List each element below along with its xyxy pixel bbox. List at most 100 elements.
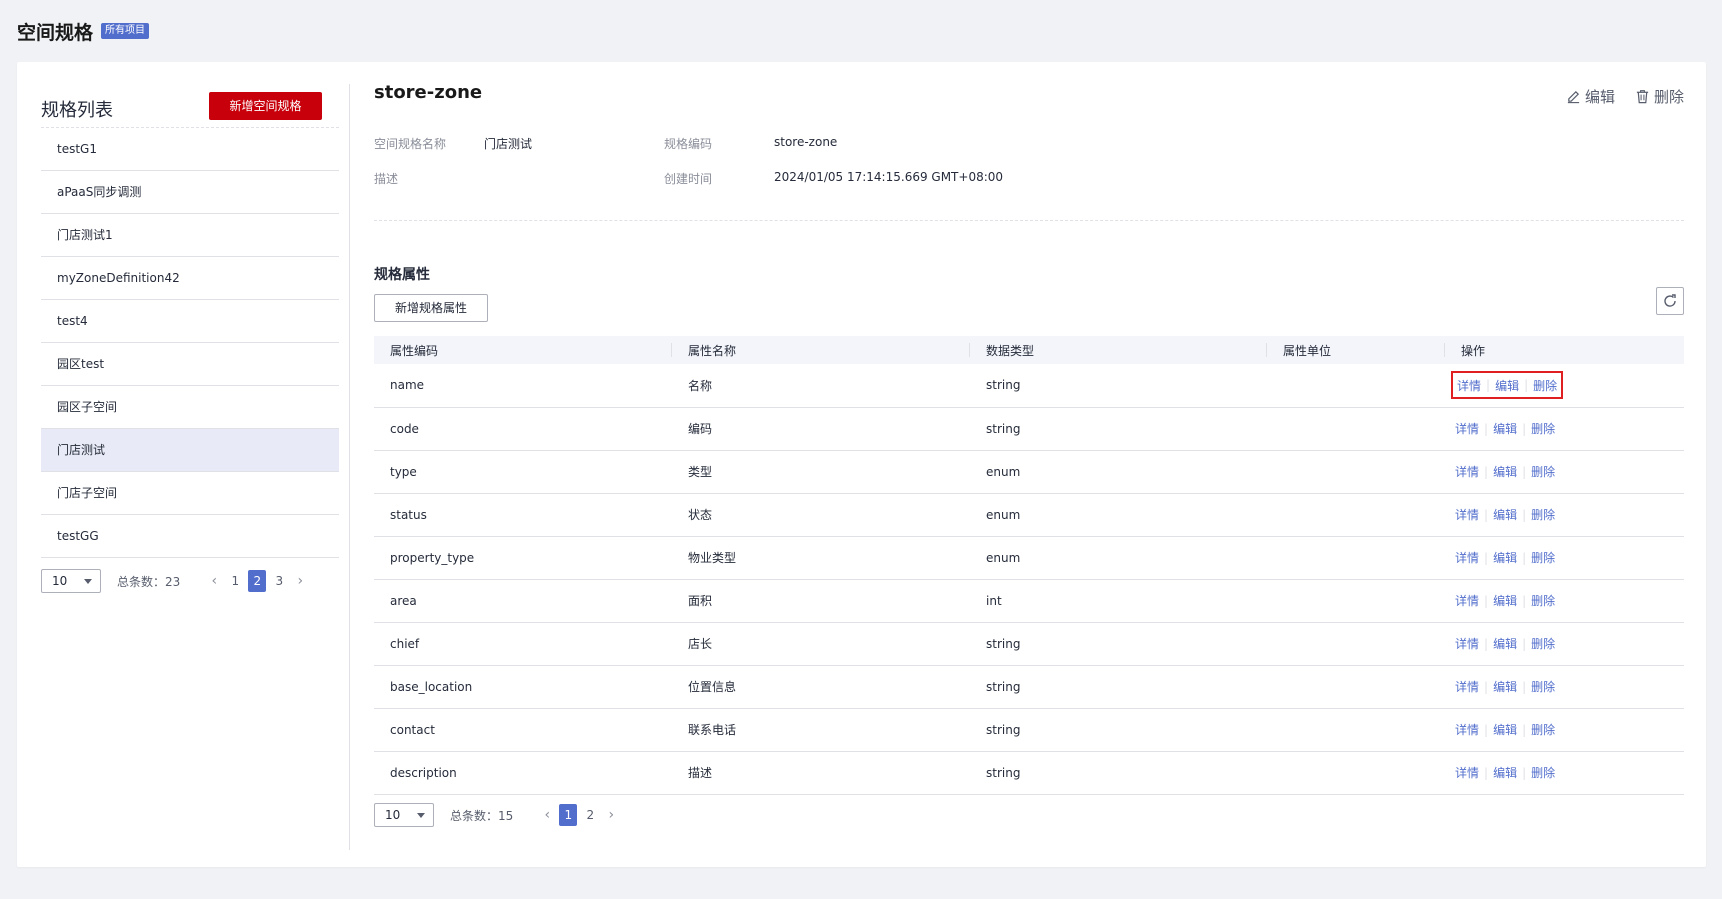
spec-list-item[interactable]: aPaaS同步调测 xyxy=(41,171,339,214)
edit-link[interactable]: 编辑 xyxy=(1493,635,1517,652)
prev-page-icon[interactable]: ‹ xyxy=(204,571,224,591)
spec-list-item[interactable]: 门店测试 xyxy=(41,429,339,472)
created-label: 创建时间 xyxy=(664,172,713,186)
cell-unit xyxy=(1267,536,1445,580)
edit-link[interactable]: 编辑 xyxy=(1495,377,1519,394)
cell-code: area xyxy=(374,579,672,623)
edit-link[interactable]: 编辑 xyxy=(1493,506,1517,523)
table-row: code 编码 string 详情 | 编辑 | 删除 xyxy=(374,407,1684,451)
cell-unit xyxy=(1267,364,1445,408)
detail-link[interactable]: 详情 xyxy=(1455,463,1479,480)
add-spec-button[interactable]: 新增空间规格 xyxy=(209,92,322,120)
section-divider xyxy=(374,220,1684,221)
edit-spec-button[interactable]: 编辑 xyxy=(1566,86,1615,107)
action-separator: | xyxy=(1524,378,1529,393)
delete-link[interactable]: 删除 xyxy=(1531,549,1555,566)
table-row: name 名称 string 详情 | 编辑 | 删除 xyxy=(374,364,1684,408)
cell-type: string xyxy=(970,665,1267,709)
detail-link[interactable]: 详情 xyxy=(1455,764,1479,781)
page-number[interactable]: 1 xyxy=(226,570,244,592)
detail-link[interactable]: 详情 xyxy=(1455,721,1479,738)
spec-list-item[interactable]: testGG xyxy=(41,515,339,558)
action-separator: | xyxy=(1522,679,1527,694)
action-separator: | xyxy=(1522,765,1527,780)
spec-list-item[interactable]: testG1 xyxy=(41,128,339,171)
edit-link[interactable]: 编辑 xyxy=(1493,678,1517,695)
row-actions: 详情 | 编辑 | 删除 xyxy=(1451,759,1559,787)
action-separator: | xyxy=(1484,722,1489,737)
page-header: 空间规格 所有项目 xyxy=(17,18,150,44)
spec-list-item[interactable]: 园区test xyxy=(41,343,339,386)
delete-link[interactable]: 删除 xyxy=(1533,377,1557,394)
cell-name: 位置信息 xyxy=(672,665,970,709)
cell-actions: 详情 | 编辑 | 删除 xyxy=(1445,579,1684,623)
spec-list-item[interactable]: 门店测试1 xyxy=(41,214,339,257)
detail-link[interactable]: 详情 xyxy=(1455,635,1479,652)
action-separator: | xyxy=(1522,550,1527,565)
prev-page-icon[interactable]: ‹ xyxy=(537,805,557,825)
edit-link[interactable]: 编辑 xyxy=(1493,721,1517,738)
total-value: 23 xyxy=(165,574,181,589)
detail-link[interactable]: 详情 xyxy=(1455,506,1479,523)
cell-name: 名称 xyxy=(672,364,970,408)
col-data-type: 数据类型 xyxy=(970,336,1267,364)
delete-link[interactable]: 删除 xyxy=(1531,506,1555,523)
edit-link[interactable]: 编辑 xyxy=(1493,420,1517,437)
cell-type: enum xyxy=(970,493,1267,537)
action-separator: | xyxy=(1484,593,1489,608)
cell-name: 描述 xyxy=(672,751,970,795)
add-attr-button[interactable]: 新增规格属性 xyxy=(374,294,488,322)
next-page-icon[interactable]: › xyxy=(601,805,621,825)
delete-link[interactable]: 删除 xyxy=(1531,764,1555,781)
spec-list-item[interactable]: 门店子空间 xyxy=(41,472,339,515)
delete-link[interactable]: 删除 xyxy=(1531,420,1555,437)
edit-link[interactable]: 编辑 xyxy=(1493,592,1517,609)
cell-name: 状态 xyxy=(672,493,970,537)
table-row: base_location 位置信息 string 详情 | 编辑 | 删除 xyxy=(374,665,1684,709)
refresh-button[interactable] xyxy=(1656,287,1684,315)
detail-link[interactable]: 详情 xyxy=(1455,678,1479,695)
delete-link[interactable]: 删除 xyxy=(1531,721,1555,738)
spec-list-item[interactable]: myZoneDefinition42 xyxy=(41,257,339,300)
next-page-icon[interactable]: › xyxy=(290,571,310,591)
cell-unit xyxy=(1267,493,1445,537)
cell-unit xyxy=(1267,622,1445,666)
spec-list-item[interactable]: 园区子空间 xyxy=(41,386,339,429)
page-number[interactable]: 1 xyxy=(559,804,578,826)
total-count: 总条数：23 xyxy=(117,573,180,590)
action-separator: | xyxy=(1484,464,1489,479)
created-value: 2024/01/05 17:14:15.669 GMT+08:00 xyxy=(774,170,1004,184)
cell-actions: 详情 | 编辑 | 删除 xyxy=(1445,708,1684,752)
spec-list-item[interactable]: test4 xyxy=(41,300,339,343)
page-number[interactable]: 3 xyxy=(270,570,288,592)
edit-link[interactable]: 编辑 xyxy=(1493,764,1517,781)
edit-link[interactable]: 编辑 xyxy=(1493,549,1517,566)
delete-link[interactable]: 删除 xyxy=(1531,678,1555,695)
detail-link[interactable]: 详情 xyxy=(1455,592,1479,609)
cell-unit xyxy=(1267,665,1445,709)
delete-link[interactable]: 删除 xyxy=(1531,635,1555,652)
delete-link[interactable]: 删除 xyxy=(1531,592,1555,609)
cell-type: string xyxy=(970,407,1267,451)
action-separator: | xyxy=(1522,722,1527,737)
detail-link[interactable]: 详情 xyxy=(1457,377,1481,394)
delete-spec-button[interactable]: 删除 xyxy=(1635,86,1684,107)
panel-divider xyxy=(349,84,350,850)
col-attr-name: 属性名称 xyxy=(672,336,970,364)
cell-actions: 详情 | 编辑 | 删除 xyxy=(1445,751,1684,795)
page-number[interactable]: 2 xyxy=(248,570,267,592)
delete-link[interactable]: 删除 xyxy=(1531,463,1555,480)
action-separator: | xyxy=(1522,421,1527,436)
page-size-select[interactable]: 10 xyxy=(41,569,101,593)
cell-code: contact xyxy=(374,708,672,752)
row-actions: 详情 | 编辑 | 删除 xyxy=(1451,458,1559,486)
detail-link[interactable]: 详情 xyxy=(1455,549,1479,566)
cell-unit xyxy=(1267,708,1445,752)
edit-link[interactable]: 编辑 xyxy=(1493,463,1517,480)
spec-list: testG1 aPaaS同步调测 门店测试1 myZoneDefinition42 te… xyxy=(41,127,339,558)
page-title: 空间规格 xyxy=(17,21,94,44)
page-number[interactable]: 2 xyxy=(581,804,599,826)
detail-link[interactable]: 详情 xyxy=(1455,420,1479,437)
cell-actions: 详情 | 编辑 | 删除 xyxy=(1445,364,1684,408)
page-size-select[interactable]: 10 xyxy=(374,803,434,827)
